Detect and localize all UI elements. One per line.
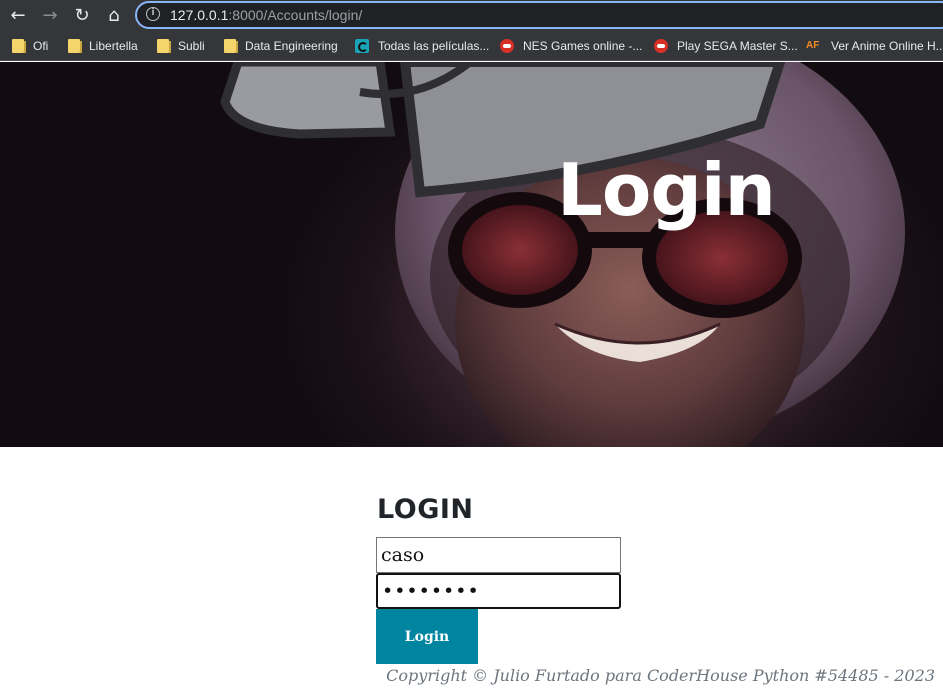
bookmark-todas-las-peliculas[interactable]: Todas las películas... [355,38,489,54]
bookmark-label: Data Engineering [245,39,338,53]
bookmark-label: NES Games online -... [523,39,643,53]
gamepad-icon [500,39,514,53]
login-heading: LOGIN [377,494,474,525]
login-button[interactable]: Login [376,609,478,664]
bookmark-play-sega[interactable]: Play SEGA Master S... [654,38,798,54]
hero-header: Login [0,62,943,447]
bookmark-data-engineering[interactable]: Data Engineering [224,38,338,54]
bookmark-libertella[interactable]: Libertella [68,38,138,54]
password-input[interactable] [376,573,621,609]
bookmark-label: Subli [178,39,205,53]
hero-background-image [220,62,905,447]
folder-icon [12,39,26,53]
back-arrow-icon[interactable]: ← [6,3,30,27]
gamepad-icon [654,39,668,53]
bookmark-label: Ofi [33,39,49,53]
browser-toolbar: ← → ↻ ⌂ i 127.0.0.1:8000/Accounts/login/ [0,0,943,31]
folder-icon [68,39,82,53]
reload-icon[interactable]: ↻ [70,3,94,27]
bookmark-label: Play SEGA Master S... [677,39,798,53]
bookmark-label: Libertella [89,39,138,53]
bookmark-nes-games[interactable]: NES Games online -... [500,38,642,54]
bookmark-subli[interactable]: Subli [157,38,205,54]
forward-arrow-icon[interactable]: → [38,3,62,27]
bookmark-ofi[interactable]: Ofi [12,38,48,54]
af-icon: AF [806,40,820,51]
site-info-icon[interactable]: i [146,7,160,21]
bookmark-label: Ver Anime Online H... [831,39,943,53]
folder-icon [224,39,238,53]
footer-copyright: Copyright © Julio Furtado para CoderHous… [386,666,935,685]
url-text[interactable]: 127.0.0.1:8000/Accounts/login/ [170,7,362,23]
bookmarks-bar: Ofi Libertella Subli Data Engineering To… [0,31,943,61]
address-bar[interactable]: i 127.0.0.1:8000/Accounts/login/ [135,1,943,29]
username-input[interactable] [376,537,621,573]
hero-title: Login [557,148,776,232]
bookmark-ver-anime[interactable]: AF Ver Anime Online H... [806,38,943,54]
site-icon [355,39,369,53]
home-icon[interactable]: ⌂ [102,3,126,27]
bookmark-label: Todas las películas... [378,39,490,53]
folder-icon [157,39,171,53]
